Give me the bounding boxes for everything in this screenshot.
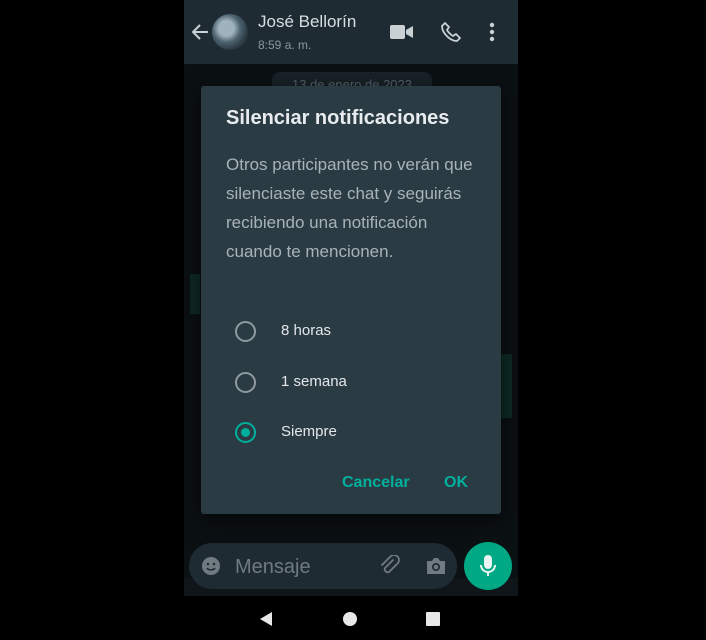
- ok-button[interactable]: OK: [444, 474, 468, 492]
- camera-icon[interactable]: [425, 556, 447, 581]
- mute-option-8-hours[interactable]: 8 horas: [231, 311, 471, 351]
- phone-icon[interactable]: [441, 22, 461, 47]
- video-camera-icon[interactable]: [390, 23, 414, 46]
- contact-name[interactable]: José Bellorín: [258, 12, 356, 32]
- radio-dot: [241, 428, 250, 437]
- more-vertical-icon[interactable]: [489, 22, 495, 47]
- mute-notifications-dialog: Silenciar notificaciones Otros participa…: [201, 86, 501, 514]
- chat-header: José Bellorín 8:59 a. m.: [184, 0, 518, 64]
- mute-option-1-week[interactable]: 1 semana: [231, 362, 471, 402]
- last-seen: 8:59 a. m.: [258, 38, 312, 52]
- radio-button-selected-icon[interactable]: [235, 422, 256, 443]
- mute-option-always[interactable]: Siempre: [231, 412, 471, 452]
- message-bubble: [500, 354, 512, 418]
- option-label: Siempre: [281, 423, 337, 440]
- message-input[interactable]: [233, 551, 377, 583]
- system-nav-bar: [184, 596, 518, 640]
- avatar[interactable]: [212, 14, 248, 50]
- message-bubble: [190, 274, 200, 314]
- radio-button-icon[interactable]: [235, 372, 256, 393]
- cancel-button[interactable]: Cancelar: [342, 474, 410, 492]
- dialog-message: Otros participantes no verán que silenci…: [226, 155, 473, 261]
- option-label: 1 semana: [281, 373, 347, 390]
- microphone-icon: [478, 554, 498, 583]
- dialog-title: Silenciar notificaciones: [226, 107, 450, 129]
- paperclip-icon[interactable]: [379, 554, 401, 582]
- emoji-icon[interactable]: [201, 556, 221, 581]
- arrow-left-icon[interactable]: [190, 22, 210, 47]
- option-label: 8 horas: [281, 322, 332, 339]
- nav-recents-icon[interactable]: [426, 612, 440, 626]
- message-input-bar: [189, 543, 457, 589]
- mic-button[interactable]: [464, 542, 512, 590]
- nav-back-icon[interactable]: [258, 611, 274, 632]
- radio-button-icon[interactable]: [235, 321, 256, 342]
- nav-home-icon[interactable]: [343, 612, 357, 626]
